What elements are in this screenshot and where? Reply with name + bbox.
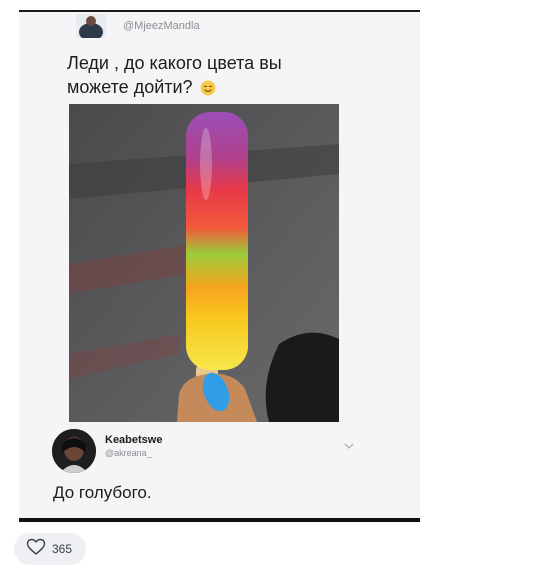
author-handle[interactable]: @MjeezMandla — [123, 20, 200, 32]
like-button[interactable]: 365 — [14, 533, 86, 565]
screenshot-card: @MjeezMandla Леди , до какого цвета вы м… — [19, 10, 420, 522]
chevron-down-icon[interactable] — [344, 436, 354, 454]
like-count: 365 — [52, 542, 73, 556]
tweet-text: Леди , до какого цвета вы можете дойти? — [67, 51, 337, 102]
reply-author-handle[interactable]: @akreana_ — [105, 448, 152, 458]
tweet-text-content: Леди , до какого цвета вы можете дойти? — [67, 53, 282, 97]
author-avatar[interactable] — [76, 14, 106, 38]
reply-avatar[interactable] — [52, 429, 96, 473]
smiling-emoji-icon — [200, 78, 216, 102]
rainbow-popsicle-photo — [69, 104, 339, 422]
reply-author-name[interactable]: Keabetswe — [105, 434, 162, 446]
heart-icon — [26, 538, 46, 561]
reply-text: До голубого. — [53, 483, 152, 502]
